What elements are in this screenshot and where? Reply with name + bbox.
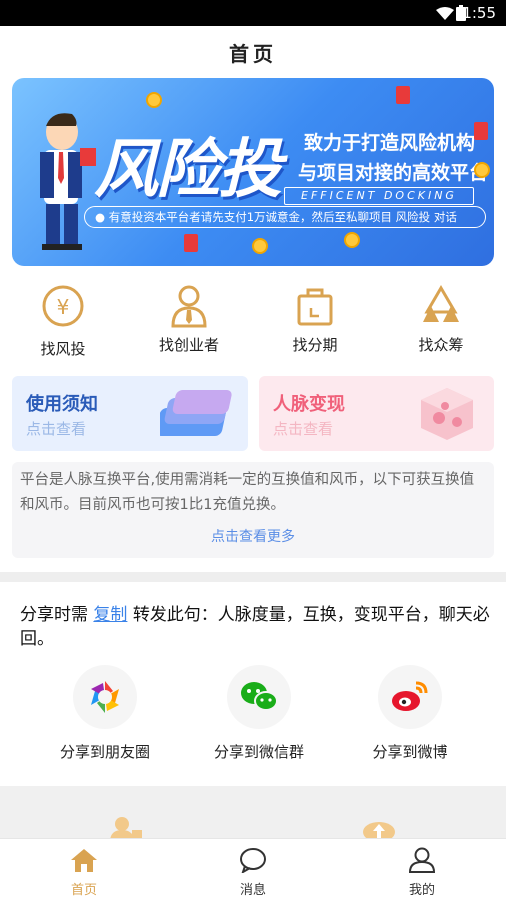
share-prefix: 分享时需 bbox=[20, 605, 88, 625]
quick-link-label: 找分期 bbox=[292, 336, 338, 354]
quick-link-find-crowdfunding[interactable]: 找众筹 bbox=[378, 282, 504, 368]
banner-line-1: 致力于打造风险机构 bbox=[304, 132, 476, 154]
coin-icon bbox=[474, 162, 490, 178]
promo-banner[interactable]: 风险投 致力于打造风险机构 与项目对接的高效平台 EFFICENT DOCKIN… bbox=[12, 78, 494, 266]
quick-link-find-installment[interactable]: 找分期 bbox=[252, 282, 378, 368]
usage-notice-card[interactable]: 使用须知 点击查看 bbox=[12, 376, 248, 451]
quick-link-label: 找风投 bbox=[40, 340, 86, 358]
next-section-preview bbox=[0, 786, 506, 838]
banner-english: EFFICENT DOCKING bbox=[284, 187, 474, 205]
share-to-moments-button[interactable]: 分享到朋友圈 bbox=[42, 665, 168, 762]
connection-monetize-card[interactable]: 人脉变现 点击查看 bbox=[259, 376, 494, 451]
share-target-label: 分享到朋友圈 bbox=[59, 743, 150, 761]
user-add-icon bbox=[110, 816, 142, 838]
wifi-icon bbox=[436, 6, 454, 25]
yuan-coin-icon: ¥ bbox=[0, 284, 126, 328]
profile-icon bbox=[408, 847, 436, 877]
page-title: 首页 bbox=[229, 42, 277, 66]
red-envelope-icon bbox=[184, 234, 198, 252]
banner-line-2: 与项目对接的高效平台 bbox=[298, 162, 489, 184]
section-divider bbox=[0, 572, 506, 582]
quick-link-label: 找众筹 bbox=[418, 336, 464, 354]
tab-label: 我的 bbox=[408, 883, 435, 898]
card-title: 人脉变现 bbox=[273, 394, 345, 415]
share-target-label: 分享到微信群 bbox=[213, 743, 304, 761]
coin-icon bbox=[146, 92, 162, 108]
upload-cloud-icon bbox=[362, 816, 396, 838]
weibo-icon bbox=[378, 665, 442, 729]
copy-link[interactable]: 复制 bbox=[93, 605, 127, 625]
bottom-tab-bar: 首页 消息 我的 bbox=[0, 838, 506, 900]
platform-info-box: 平台是人脉互换平台,使用需消耗一定的互换值和风币，以下可获互换值和风币。目前风币… bbox=[12, 462, 494, 558]
quick-links: ¥ 找风投 找创业者 找分期 找众筹 bbox=[0, 282, 506, 368]
quick-link-label: 找创业者 bbox=[158, 336, 219, 354]
card-title: 使用须知 bbox=[26, 394, 98, 415]
view-more-link[interactable]: 点击查看更多 bbox=[12, 526, 494, 546]
person-tie-icon bbox=[126, 284, 252, 328]
home-icon bbox=[70, 849, 98, 877]
businessman-illustration bbox=[32, 108, 102, 262]
share-to-wechat-group-button[interactable]: 分享到微信群 bbox=[196, 665, 322, 762]
status-time: 1:55 bbox=[462, 4, 496, 22]
card-subtitle: 点击查看 bbox=[273, 420, 334, 438]
tab-label: 首页 bbox=[70, 883, 97, 898]
quick-link-find-vc[interactable]: ¥ 找风投 bbox=[0, 282, 126, 368]
coin-icon bbox=[252, 238, 268, 254]
tab-label: 消息 bbox=[239, 883, 266, 898]
money-box-icon bbox=[415, 382, 479, 448]
wechat-icon bbox=[227, 665, 291, 729]
red-envelope-icon bbox=[396, 86, 410, 104]
tab-messages[interactable]: 消息 bbox=[169, 847, 337, 898]
card-subtitle: 点击查看 bbox=[26, 420, 87, 438]
status-bar: 1:55 bbox=[0, 0, 506, 26]
navigation-bar: 首页 bbox=[0, 26, 506, 76]
red-envelope-icon bbox=[474, 122, 488, 140]
share-suffix: 转发此句：人脉度量，互换，变现平台，聊天必回。 bbox=[20, 605, 490, 649]
tab-profile[interactable]: 我的 bbox=[338, 847, 506, 898]
tab-home[interactable]: 首页 bbox=[0, 847, 168, 898]
share-target-label: 分享到微博 bbox=[372, 743, 448, 761]
share-to-weibo-button[interactable]: 分享到微博 bbox=[347, 665, 473, 762]
triangles-icon bbox=[378, 284, 504, 328]
banner-headline: 风险投 bbox=[94, 133, 282, 207]
moments-icon bbox=[73, 665, 137, 729]
banner-notice-text: 有意投资本平台者请先支付1万诚意金，然后至私聊项目 风险投 对话 bbox=[108, 210, 457, 224]
platform-info-text: 平台是人脉互换平台,使用需消耗一定的互换值和风币，以下可获互换值和风币。目前风币… bbox=[20, 472, 475, 513]
banner-notice: ● 有意投资本平台者请先支付1万诚意金，然后至私聊项目 风险投 对话 bbox=[84, 206, 486, 228]
quick-link-find-founder[interactable]: 找创业者 bbox=[126, 282, 252, 368]
bank-card-icon bbox=[156, 384, 238, 446]
coin-icon bbox=[344, 232, 360, 248]
message-icon bbox=[239, 848, 267, 877]
share-instruction: 分享时需 复制 转发此句：人脉度量，互换，变现平台，聊天必回。 bbox=[20, 603, 490, 651]
svg-text:¥: ¥ bbox=[57, 295, 70, 319]
shopping-bag-icon bbox=[252, 284, 378, 328]
